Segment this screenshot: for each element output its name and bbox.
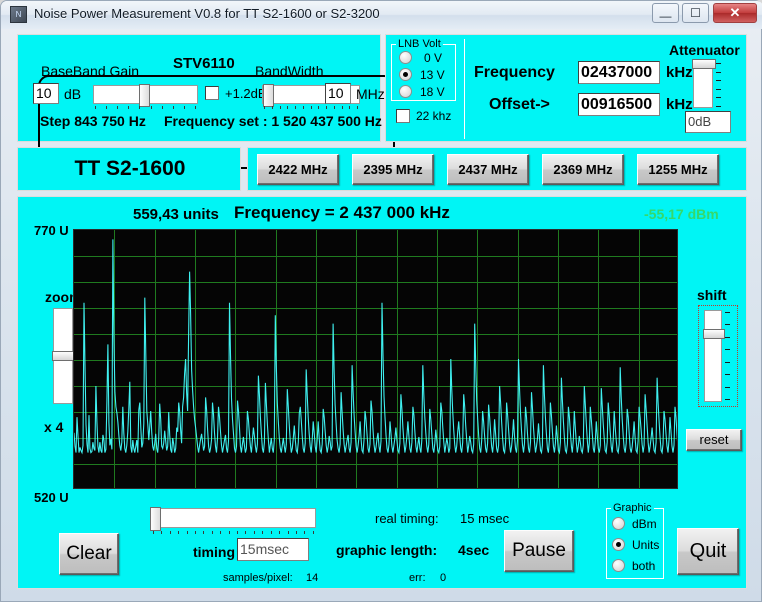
lnb-label-13v: 13 V — [420, 68, 445, 82]
attenuator-slider-ticks — [716, 63, 721, 107]
app-icon: N — [10, 6, 27, 23]
spectrum-graph[interactable] — [73, 229, 678, 489]
axis-label-top: 770 U — [34, 223, 69, 238]
minimize-button[interactable]: — — [652, 3, 679, 23]
clear-button[interactable]: Clear — [59, 533, 119, 575]
attenuator-slider[interactable] — [692, 59, 716, 108]
frequency-unit: kHz — [666, 64, 693, 81]
step-label: Step 843 750 Hz — [40, 113, 146, 129]
lnb-label-18v: 18 V — [420, 85, 445, 99]
graphic-mode-label-dbm: dBm — [632, 517, 657, 531]
baseband-gain-value[interactable]: 10 — [33, 83, 59, 104]
err-value: 0 — [440, 572, 447, 584]
reset-button[interactable]: reset — [686, 429, 742, 451]
units-readout: 559,43 units — [133, 206, 219, 223]
window-title: Noise Power Measurement V0.8 for TT S2-1… — [34, 6, 380, 21]
shift-slider[interactable] — [703, 310, 725, 402]
attenuator-slider-thumb[interactable] — [692, 59, 716, 69]
frequency-panel: LNB Volt 0 V 13 V 18 V 22 khz Frequency … — [385, 34, 747, 142]
shift-label: shift — [697, 287, 727, 303]
frequency-label: Frequency — [474, 64, 555, 81]
bandwidth-slider-thumb[interactable] — [263, 84, 274, 107]
close-icon: ✕ — [729, 5, 741, 20]
graphic-mode-legend: Graphic — [611, 502, 654, 514]
timing-input[interactable]: 15msec — [237, 538, 309, 561]
spectrum-graph-svg — [74, 230, 677, 488]
bandwidth-unit: MHz — [356, 86, 385, 102]
frequency-set-label: Frequency set : 1 520 437 500 Hz — [164, 113, 382, 129]
baseband-gain-slider-ticks — [95, 106, 196, 109]
tuner-panel: STV6110 BaseBand Gain 10 dB +1.2dB BandW… — [17, 34, 395, 169]
frequency-input[interactable]: 02437000 — [578, 61, 660, 84]
zoom-factor: x 4 — [44, 419, 64, 435]
graphic-mode-radio-dbm[interactable] — [612, 517, 625, 530]
graph-trace — [74, 239, 677, 455]
bandwidth-value[interactable]: 10 — [325, 83, 351, 104]
preset-button-2437[interactable]: 2437 MHz — [447, 154, 529, 185]
lnb-radio-13v[interactable] — [399, 68, 412, 81]
close-button[interactable]: ✕ — [713, 3, 757, 23]
tone-22khz-checkbox[interactable] — [396, 109, 410, 123]
err-label: err: — [409, 572, 426, 584]
samples-per-pixel-label: samples/pixel: — [223, 572, 293, 584]
samples-per-pixel-value: 14 — [306, 572, 319, 584]
panel-divider — [464, 39, 465, 139]
graphic-mode-label-units: Units — [632, 538, 660, 552]
device-name: TT S2-1600 — [74, 157, 186, 180]
real-timing-value: 15 msec — [460, 511, 510, 526]
shift-slider-thumb[interactable] — [703, 329, 725, 339]
preset-panel: 2422 MHz 2395 MHz 2437 MHz 2369 MHz 1255… — [247, 147, 747, 191]
title-bar: N Noise Power Measurement V0.8 for TT S2… — [1, 1, 762, 29]
minimize-icon: — — [659, 9, 672, 23]
preset-button-2369[interactable]: 2369 MHz — [542, 154, 624, 185]
timing-slider-ticks — [153, 531, 314, 534]
graphic-mode-label-both: both — [632, 559, 656, 573]
baseband-gain-slider[interactable] — [93, 84, 198, 107]
shift-slider-ticks — [725, 312, 730, 400]
axis-label-bottom: 520 U — [34, 490, 69, 505]
gain-trim-label: +1.2dB — [225, 86, 267, 101]
preset-button-2422[interactable]: 2422 MHz — [257, 154, 339, 185]
offset-input[interactable]: 00916500 — [578, 93, 660, 116]
gain-trim-checkbox[interactable] — [205, 86, 219, 100]
baseband-gain-slider-thumb[interactable] — [139, 84, 150, 107]
real-timing-label: real timing: — [375, 511, 439, 526]
timing-slider-thumb[interactable] — [150, 507, 161, 531]
offset-label: Offset-> — [489, 96, 550, 113]
graphic-length-value: 4sec — [458, 542, 490, 558]
timing-slider[interactable] — [150, 507, 316, 531]
baseband-gain-unit: dB — [64, 86, 82, 102]
graphic-mode-radio-units[interactable] — [612, 538, 625, 551]
device-panel: TT S2-1600 — [17, 147, 241, 191]
application-window: N Noise Power Measurement V0.8 for TT S2… — [0, 0, 762, 602]
timing-label: timing — [193, 544, 235, 560]
lnb-label-0v: 0 V — [424, 51, 443, 65]
preset-button-1255[interactable]: 1255 MHz — [637, 154, 719, 185]
bandwidth-slider-ticks — [264, 106, 358, 109]
baseband-gain-label: BaseBand Gain — [41, 63, 140, 79]
stv6110-title: STV6110 — [173, 55, 235, 72]
preset-button-2395[interactable]: 2395 MHz — [352, 154, 434, 185]
frequency-readout: Frequency = 2 437 000 kHz — [234, 203, 450, 222]
dbm-readout: -55,17 dBm — [644, 206, 719, 222]
bandwidth-label: BandWidth — [255, 63, 324, 79]
graphic-length-label: graphic length: — [336, 542, 438, 558]
lnb-radio-18v[interactable] — [399, 85, 412, 98]
attenuator-value[interactable]: 0dB — [685, 111, 731, 133]
tone-22khz-label: 22 khz — [416, 109, 452, 123]
attenuator-label: Attenuator — [669, 42, 740, 58]
maximize-button[interactable]: ☐ — [682, 3, 709, 23]
zoom-slider[interactable] — [52, 308, 76, 404]
maximize-icon: ☐ — [690, 6, 701, 20]
lnb-volt-legend: LNB Volt — [396, 38, 443, 50]
quit-button[interactable]: Quit — [677, 528, 739, 575]
lnb-radio-0v[interactable] — [399, 51, 412, 64]
graphic-mode-radio-both[interactable] — [612, 559, 625, 572]
pause-button[interactable]: Pause — [504, 530, 574, 572]
